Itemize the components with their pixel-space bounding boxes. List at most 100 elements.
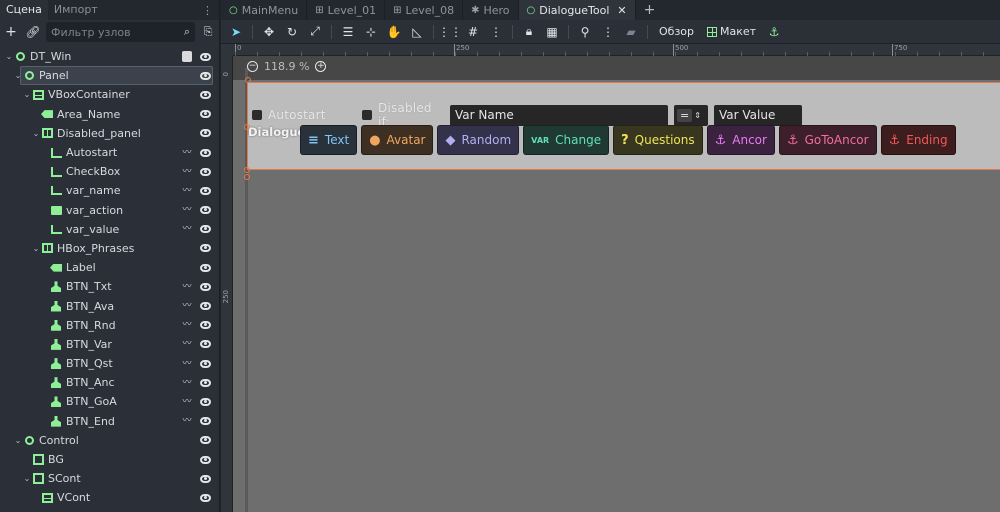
collapse-arrow-icon[interactable]: ⌄ [13, 71, 23, 80]
ending-button[interactable]: ⚓ Ending [880, 125, 956, 155]
visibility-icon[interactable] [200, 110, 211, 119]
tree-row[interactable]: ⌄ DT_Win [0, 47, 219, 66]
tab-4[interactable]: ✱ Hero [463, 0, 519, 20]
operator-select[interactable]: = ⇕ [674, 104, 708, 126]
grid-snap-icon[interactable]: # [464, 23, 482, 41]
tree-row[interactable]: BTN_Anc 〰 [0, 373, 219, 392]
collapse-arrow-icon[interactable]: ⌄ [31, 129, 41, 138]
signal-icon[interactable]: 〰 [182, 167, 192, 177]
camera-icon[interactable]: ▰ [622, 23, 640, 41]
list-select-icon[interactable]: ☰ [339, 23, 357, 41]
canvas-viewport[interactable]: 0 250 500 750 0 250 − 118.9 % + Autostart Di… [221, 44, 1000, 512]
visibility-icon[interactable] [200, 397, 211, 406]
tab-scene[interactable]: Сцена [0, 0, 48, 20]
visibility-icon[interactable] [200, 474, 211, 483]
close-tab-icon[interactable]: ✕ [617, 4, 626, 17]
tree-row[interactable]: BTN_Rnd 〰 [0, 316, 219, 335]
tree-row[interactable]: var_action 〰 [0, 201, 219, 220]
visibility-icon[interactable] [200, 244, 211, 253]
visibility-icon[interactable] [200, 321, 211, 330]
questions-button[interactable]: ? Questions [613, 125, 703, 155]
visibility-icon[interactable] [200, 263, 211, 272]
change-button[interactable]: VAR Change [523, 125, 610, 155]
signal-icon[interactable]: 〰 [182, 224, 192, 234]
tree-row[interactable]: BTN_Var 〰 [0, 335, 219, 354]
tree-row[interactable]: var_value 〰 [0, 220, 219, 239]
layout-menu[interactable]: Макет [703, 25, 760, 38]
visibility-icon[interactable] [200, 71, 211, 80]
add-node-icon[interactable]: + [2, 23, 20, 41]
group-icon[interactable]: ▦ [543, 23, 561, 41]
visibility-icon[interactable] [200, 186, 211, 195]
zoom-level[interactable]: 118.9 % [264, 60, 309, 73]
tree-row[interactable]: Area_Name [0, 105, 219, 124]
anchor-icon[interactable]: ⚓ [765, 23, 783, 41]
tree-row[interactable]: ⌄ HBox_Phrases [0, 239, 219, 258]
move-tool-icon[interactable]: ✥ [260, 23, 278, 41]
visibility-icon[interactable] [200, 493, 211, 502]
tab-3[interactable]: ⊞ Level_08 [385, 0, 464, 20]
collapse-arrow-icon[interactable]: ⌄ [22, 474, 32, 483]
collapse-arrow-icon[interactable]: ⌄ [31, 244, 41, 253]
autostart-checkbox[interactable] [252, 110, 262, 120]
tree-row[interactable]: ⌄ Disabled_panel [0, 124, 219, 143]
visibility-icon[interactable] [200, 167, 211, 176]
visibility-icon[interactable] [200, 225, 211, 234]
tree-row[interactable]: BG [0, 450, 219, 469]
var-name-field[interactable]: Var Name [450, 104, 668, 126]
visibility-icon[interactable] [200, 129, 211, 138]
visibility-icon[interactable] [200, 359, 211, 368]
zoom-out-icon[interactable]: − [247, 61, 258, 72]
signal-icon[interactable]: 〰 [182, 359, 192, 369]
panel-handle[interactable] [244, 174, 250, 180]
rotate-tool-icon[interactable]: ↻ [283, 23, 301, 41]
tab-import[interactable]: Импорт [48, 0, 104, 20]
more-snap-icon[interactable]: ⋮ [487, 23, 505, 41]
select-tool-icon[interactable]: ➤ [227, 23, 245, 41]
signal-icon[interactable]: 〰 [182, 320, 192, 330]
tab-1[interactable]: ○ MainMenu [221, 0, 308, 20]
tree-row[interactable]: BTN_End 〰 [0, 412, 219, 431]
panel-handle[interactable] [245, 77, 251, 83]
link-icon[interactable]: 🔗︎ [24, 23, 42, 41]
tab-5[interactable]: ○ DialogueTool ✕ [518, 0, 636, 20]
visibility-icon[interactable] [200, 90, 211, 99]
signal-icon[interactable]: 〰 [182, 148, 192, 158]
signal-icon[interactable]: 〰 [182, 378, 192, 388]
zoom-in-icon[interactable]: + [315, 61, 327, 72]
signal-icon[interactable]: 〰 [182, 416, 192, 426]
ruler-tool-icon[interactable]: ◺ [408, 23, 426, 41]
signal-icon[interactable]: 〰 [182, 205, 192, 215]
visibility-icon[interactable] [200, 52, 211, 61]
visibility-icon[interactable] [200, 148, 211, 157]
tree-row[interactable]: Label [0, 258, 219, 277]
collapse-arrow-icon[interactable]: ⌄ [13, 436, 23, 445]
tree-row[interactable]: BTN_Qst 〰 [0, 354, 219, 373]
signal-icon[interactable]: 〰 [182, 339, 192, 349]
tree-row[interactable]: var_name 〰 [0, 181, 219, 200]
signal-icon[interactable]: 〰 [182, 301, 192, 311]
signal-icon[interactable]: 〰 [182, 282, 192, 292]
lock-icon[interactable]: 🔒︎ [520, 23, 538, 41]
tree-row[interactable]: Autostart 〰 [0, 143, 219, 162]
visibility-icon[interactable] [200, 206, 211, 215]
visibility-icon[interactable] [200, 417, 211, 426]
attach-script-icon[interactable]: ⎘ [199, 23, 217, 41]
var-value-field[interactable]: Var Value [714, 104, 802, 126]
bone-icon[interactable]: ⚲ [576, 23, 594, 41]
tab-2[interactable]: ⊞ Level_01 [307, 0, 386, 20]
tree-row[interactable]: VCont [0, 488, 219, 507]
tree-row[interactable]: BTN_GoA 〰 [0, 392, 219, 411]
collapse-arrow-icon[interactable]: ⌄ [22, 90, 32, 99]
tree-row[interactable]: ⌄ VBoxContainer [0, 85, 219, 104]
tree-row[interactable]: BTN_Ava 〰 [0, 296, 219, 315]
new-tab-icon[interactable]: + [636, 0, 664, 20]
tree-row[interactable]: ⌄ Control [0, 431, 219, 450]
visibility-icon[interactable] [200, 340, 211, 349]
random-button[interactable]: ◆ Random [437, 125, 520, 155]
snap-icon[interactable]: ⋮⋮ [438, 23, 462, 41]
pivot-tool-icon[interactable]: ⊹ [362, 23, 380, 41]
text-button[interactable]: ≡ Text [300, 125, 358, 155]
visibility-icon[interactable] [200, 302, 211, 311]
dialogue-panel[interactable]: Autostart Disabled if: Var Name = ⇕ Var … [247, 82, 1000, 170]
